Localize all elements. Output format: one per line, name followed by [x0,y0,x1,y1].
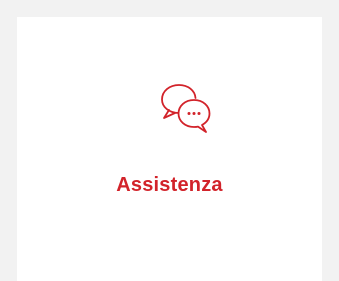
assistenza-card[interactable]: Assistenza [17,17,322,281]
chat-bubbles-icon [157,80,217,138]
card-label: Assistenza [116,174,223,196]
